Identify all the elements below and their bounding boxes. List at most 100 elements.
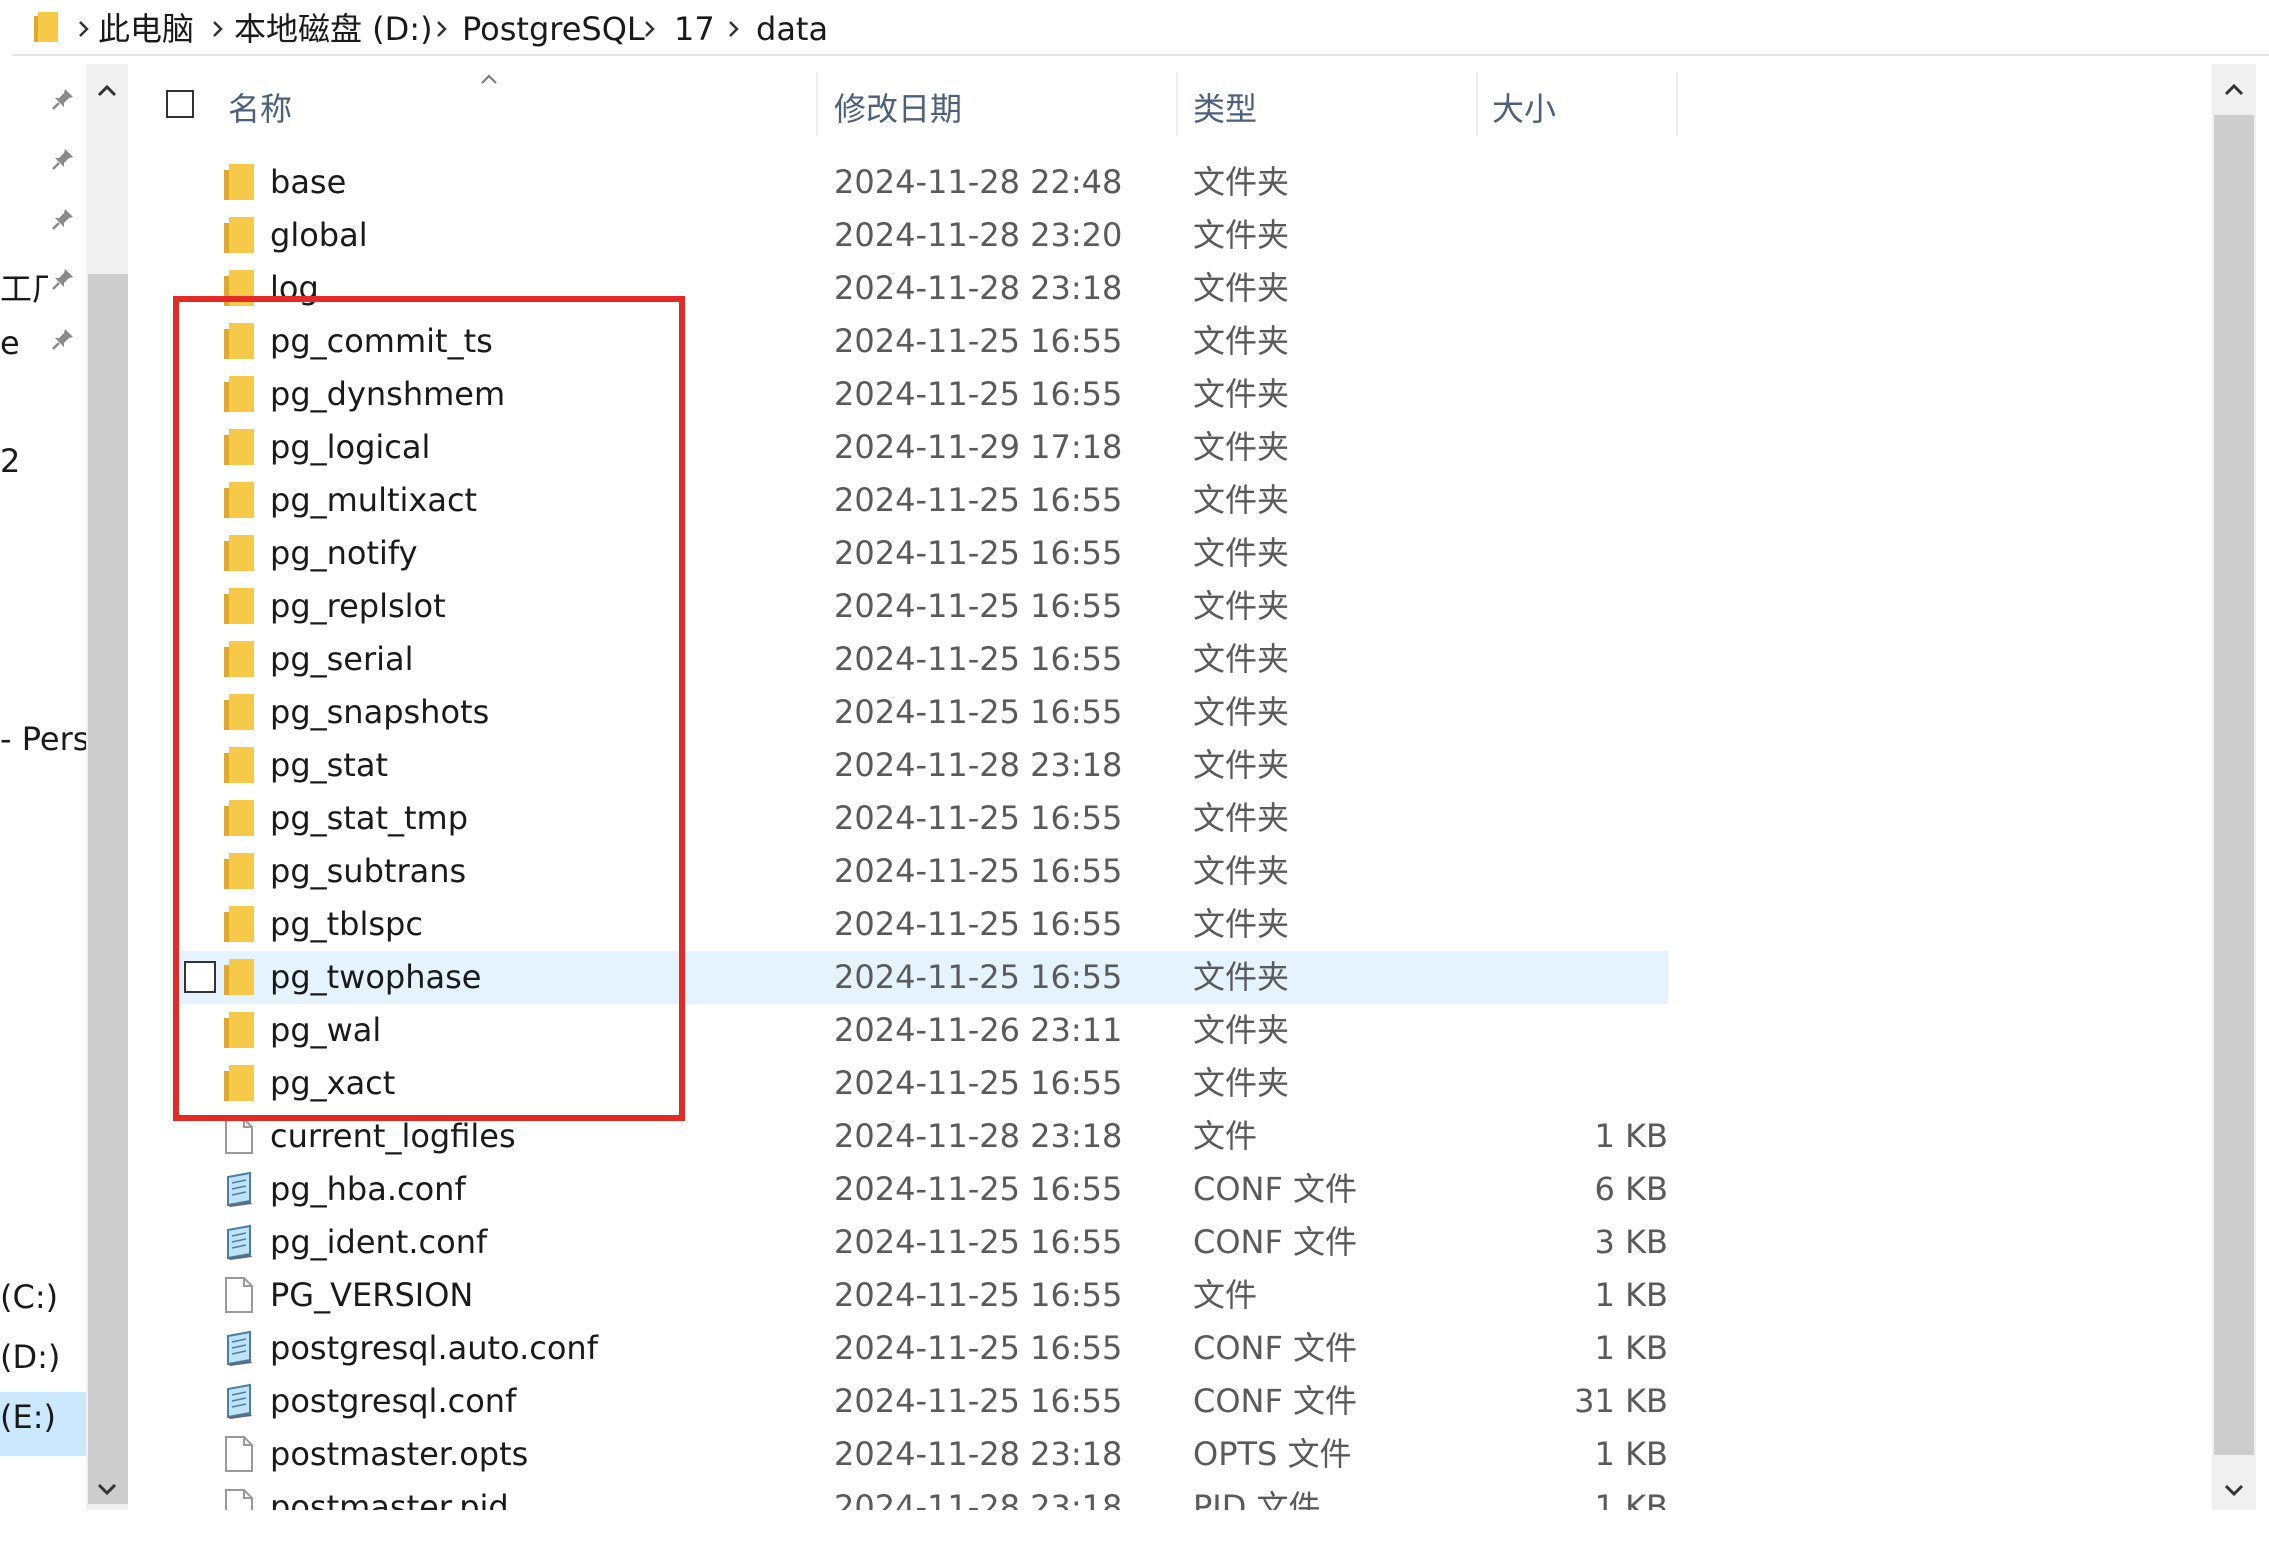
file-name[interactable]: pg_replslot [270, 584, 446, 628]
file-name[interactable]: log [270, 266, 319, 310]
file-row[interactable]: pg_ident.conf 2024-11-25 16:55 CONF 文件 3 KB [180, 1216, 1668, 1269]
pin-icon[interactable] [50, 86, 76, 112]
navigation-pane[interactable]: 工厂 e 2 - Perso (C:) (D:) (E:) [0, 64, 128, 1510]
file-row[interactable]: base 2024-11-28 22:48 文件夹 [180, 156, 1668, 209]
file-name[interactable]: pg_serial [270, 637, 414, 681]
chevron-right-icon[interactable] [432, 19, 452, 39]
file-name[interactable]: pg_notify [270, 531, 418, 575]
file-name[interactable]: postgresql.auto.conf [270, 1326, 598, 1370]
scroll-down-arrow-icon[interactable] [94, 1476, 120, 1502]
conf-file-icon [224, 1224, 254, 1260]
file-type: 文件夹 [1193, 852, 1290, 890]
file-row[interactable]: pg_stat 2024-11-28 23:18 文件夹 [180, 739, 1668, 792]
file-date: 2024-11-25 16:55 [834, 799, 1123, 837]
file-name[interactable]: pg_stat_tmp [270, 796, 468, 840]
file-row[interactable]: pg_serial 2024-11-25 16:55 文件夹 [180, 633, 1668, 686]
file-row[interactable]: PG_VERSION 2024-11-25 16:55 文件 1 KB [180, 1269, 1668, 1322]
file-type: 文件夹 [1193, 163, 1290, 201]
column-divider[interactable] [1176, 72, 1178, 136]
file-row[interactable]: pg_replslot 2024-11-25 16:55 文件夹 [180, 580, 1668, 633]
nav-item-label[interactable]: - Perso [0, 720, 86, 758]
file-name[interactable]: postgresql.conf [270, 1379, 516, 1423]
file-type: CONF 文件 [1193, 1382, 1358, 1420]
file-name[interactable]: PG_VERSION [270, 1273, 473, 1317]
file-row[interactable]: pg_logical 2024-11-29 17:18 文件夹 [180, 421, 1668, 474]
list-scrollbar-thumb[interactable] [2214, 115, 2254, 1455]
file-list[interactable]: base 2024-11-28 22:48 文件夹 global 2024-11-28 … [180, 156, 1680, 1510]
file-row[interactable]: pg_multixact 2024-11-25 16:55 文件夹 [180, 474, 1668, 527]
file-name[interactable]: pg_stat [270, 743, 388, 787]
file-name[interactable]: pg_wal [270, 1008, 381, 1052]
file-name[interactable]: pg_hba.conf [270, 1167, 466, 1211]
file-row[interactable]: pg_xact 2024-11-25 16:55 文件夹 [180, 1057, 1668, 1110]
column-divider[interactable] [1676, 72, 1678, 136]
chevron-right-icon[interactable] [208, 19, 228, 39]
column-header-date[interactable]: 修改日期 [834, 84, 962, 130]
breadcrumb-item[interactable]: PostgreSQL [462, 7, 645, 51]
file-row[interactable]: global 2024-11-28 23:20 文件夹 [180, 209, 1668, 262]
file-name[interactable]: pg_dynshmem [270, 372, 505, 416]
row-checkbox[interactable] [184, 961, 216, 993]
file-name[interactable]: postmaster.opts [270, 1432, 528, 1476]
column-header-size[interactable]: 大小 [1492, 84, 1556, 130]
file-date: 2024-11-25 16:55 [834, 1170, 1123, 1208]
file-row[interactable]: postgresql.conf 2024-11-25 16:55 CONF 文件 31… [180, 1375, 1668, 1428]
chevron-right-icon[interactable] [724, 19, 744, 39]
file-name[interactable]: pg_twophase [270, 955, 481, 999]
scroll-down-arrow-icon[interactable] [2220, 1476, 2248, 1504]
file-name[interactable]: postmaster.pid [270, 1485, 509, 1510]
file-name[interactable]: pg_commit_ts [270, 319, 493, 363]
file-name[interactable]: current_logfiles [270, 1114, 516, 1158]
file-row[interactable]: postmaster.pid 2024-11-28 23:18 PID 文件 1 KB [180, 1481, 1668, 1510]
breadcrumb-item[interactable]: data [756, 7, 828, 51]
nav-item-drive-d[interactable]: (D:) [0, 1338, 86, 1376]
file-row[interactable]: pg_wal 2024-11-26 23:11 文件夹 [180, 1004, 1668, 1057]
file-name[interactable]: pg_subtrans [270, 849, 466, 893]
file-row[interactable]: pg_subtrans 2024-11-25 16:55 文件夹 [180, 845, 1668, 898]
nav-item-label[interactable]: 2 [0, 442, 24, 480]
scroll-up-arrow-icon[interactable] [94, 78, 120, 104]
select-all-checkbox[interactable] [166, 90, 194, 118]
file-name[interactable]: pg_logical [270, 425, 430, 469]
file-name[interactable]: pg_ident.conf [270, 1220, 487, 1264]
breadcrumb-item[interactable]: 本地磁盘 (D:) [234, 7, 433, 51]
column-divider[interactable] [816, 72, 818, 136]
file-row[interactable]: pg_snapshots 2024-11-25 16:55 文件夹 [180, 686, 1668, 739]
file-row[interactable]: current_logfiles 2024-11-28 23:18 文件 1 KB [180, 1110, 1668, 1163]
pin-icon[interactable] [50, 326, 76, 352]
file-row[interactable]: pg_twophase 2024-11-25 16:55 文件夹 [180, 951, 1668, 1004]
column-header-type[interactable]: 类型 [1193, 84, 1257, 130]
chevron-right-icon[interactable] [74, 19, 94, 39]
file-name[interactable]: pg_tblspc [270, 902, 423, 946]
file-row[interactable]: pg_hba.conf 2024-11-25 16:55 CONF 文件 6 KB [180, 1163, 1668, 1216]
file-row[interactable]: pg_commit_ts 2024-11-25 16:55 文件夹 [180, 315, 1668, 368]
file-row[interactable]: pg_stat_tmp 2024-11-25 16:55 文件夹 [180, 792, 1668, 845]
address-bar[interactable]: 此电脑 本地磁盘 (D:) PostgreSQL 17 data [12, 0, 2269, 56]
file-name[interactable]: pg_multixact [270, 478, 477, 522]
column-header-name[interactable]: 名称 [228, 84, 292, 130]
breadcrumb-item[interactable]: 此电脑 [98, 7, 194, 51]
pin-icon[interactable] [50, 146, 76, 172]
chevron-right-icon[interactable] [640, 19, 660, 39]
column-divider[interactable] [1476, 72, 1478, 136]
column-header-row: 名称 修改日期 类型 大小 [140, 64, 1680, 144]
breadcrumb-item[interactable]: 17 [674, 7, 715, 51]
nav-scrollbar-thumb[interactable] [88, 274, 128, 1504]
file-name[interactable]: pg_snapshots [270, 690, 489, 734]
pin-icon[interactable] [50, 266, 76, 292]
file-row[interactable]: postmaster.opts 2024-11-28 23:18 OPTS 文件 1 … [180, 1428, 1668, 1481]
file-name[interactable]: pg_xact [270, 1061, 395, 1105]
nav-item-drive-c[interactable]: (C:) [0, 1278, 86, 1316]
file-row[interactable]: pg_notify 2024-11-25 16:55 文件夹 [180, 527, 1668, 580]
file-row[interactable]: log 2024-11-28 23:18 文件夹 [180, 262, 1668, 315]
nav-item-label[interactable]: e [0, 324, 20, 362]
nav-item-drive-e[interactable]: (E:) [0, 1398, 86, 1436]
nav-item-label[interactable]: 工厂 [0, 264, 48, 310]
file-row[interactable]: pg_dynshmem 2024-11-25 16:55 文件夹 [180, 368, 1668, 421]
file-name[interactable]: global [270, 213, 368, 257]
pin-icon[interactable] [50, 206, 76, 232]
file-row[interactable]: pg_tblspc 2024-11-25 16:55 文件夹 [180, 898, 1668, 951]
file-row[interactable]: postgresql.auto.conf 2024-11-25 16:55 CONF… [180, 1322, 1668, 1375]
file-name[interactable]: base [270, 160, 346, 204]
scroll-up-arrow-icon[interactable] [2220, 76, 2248, 104]
